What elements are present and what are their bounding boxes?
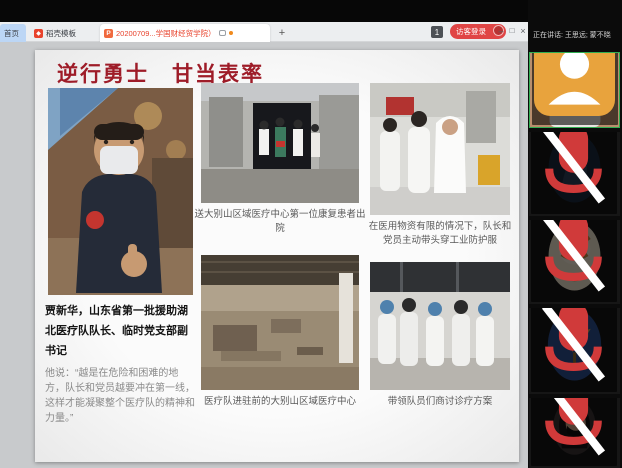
- presentation-slide: 逆行勇士 甘当表率: [35, 50, 519, 462]
- photo-protective-suit: [370, 83, 510, 215]
- photo-team-discussion: [370, 262, 510, 390]
- document-tab-bar: 首页 ◆ 稻壳模板 P 20200709...学国财经贸学院） +: [0, 22, 528, 42]
- person-quote-text: 他说：“越是在危险和困难的地方，队长和党员越要冲在第一线，这样才能凝聚整个医疗队…: [45, 366, 197, 426]
- participant-name-strip: 郭涛: [531, 132, 617, 214]
- office-app-window: 首页 ◆ 稻壳模板 P 20200709...学国财经贸学院） + 1 访客登录…: [0, 0, 528, 468]
- meeting-participants-panel: 正在讲话: 王思远; 蒙不晓 王思远: [528, 0, 622, 468]
- tab-presentation-document[interactable]: P 20200709...学国财经贸学院）: [100, 24, 270, 42]
- participant-name-strip: 第五陈舒晴2017061730...: [531, 398, 617, 466]
- participant-video-tile[interactable]: 赵媛: [529, 308, 620, 394]
- notification-dot-icon: [229, 31, 233, 35]
- photo-empty-hall: [201, 255, 359, 390]
- mic-on-icon: [617, 52, 620, 124]
- participant-video-tile[interactable]: 郭涛: [529, 132, 620, 216]
- caption-empty-hall: 医疗队进驻前的大别山区域医疗中心: [187, 395, 373, 409]
- photo-team-leader: [48, 88, 193, 295]
- tab-home-label: 首页: [4, 28, 19, 39]
- person-intro-text: 贾新华，山东省第一批援助湖北医疗队队长、临时党支部副书记: [45, 302, 197, 361]
- photo-patient-discharge: [201, 83, 359, 203]
- mic-muted-icon: [533, 220, 614, 301]
- minimize-button[interactable]: –: [496, 24, 506, 38]
- participant-name-strip: 赵媛: [531, 308, 617, 392]
- participant-video-tile[interactable]: 王思远: [529, 52, 620, 128]
- new-tab-plus: +: [279, 27, 285, 39]
- participant-name-strip: 张娅: [531, 220, 617, 302]
- tab-document-label: 20200709...学国财经贸学院）: [116, 28, 216, 39]
- tab-docer-templates[interactable]: ◆ 稻壳模板: [30, 24, 96, 42]
- tab-docer-label: 稻壳模板: [46, 28, 76, 39]
- document-canvas: 逆行勇士 甘当表率: [0, 42, 528, 468]
- mic-muted-icon: [533, 398, 614, 465]
- member-count-badge[interactable]: 1: [431, 26, 443, 38]
- caption-team-discussion: 带领队员们商讨诊疗方案: [365, 395, 515, 409]
- participant-video-tile[interactable]: 第五陈舒晴2017061730...: [529, 398, 620, 468]
- host-badge-icon: [534, 52, 615, 116]
- presentation-file-icon: P: [104, 29, 113, 38]
- caption-protective-suit: 在医用物资有限的情况下，队长和党员主动带头穿工业防护服: [365, 220, 515, 249]
- now-speaking-label: 正在讲话: 王思远; 蒙不晓: [533, 30, 621, 40]
- comment-bubble-icon[interactable]: [219, 30, 226, 36]
- window-top-strip: [0, 0, 528, 22]
- tab-home[interactable]: 首页: [0, 24, 26, 42]
- participant-name-strip: 王思远: [532, 52, 618, 125]
- guest-login-label: 访客登录: [456, 26, 486, 37]
- docer-flame-icon: ◆: [34, 29, 43, 38]
- close-button[interactable]: ×: [518, 24, 528, 38]
- caption-patient-discharge: 送大别山区域医疗中心第一位康复患者出院: [193, 208, 367, 237]
- mic-muted-icon: [533, 308, 614, 391]
- new-tab-button[interactable]: +: [274, 24, 290, 42]
- participant-video-tile[interactable]: 张娅: [529, 220, 620, 304]
- restore-button[interactable]: □: [507, 24, 517, 38]
- mic-muted-icon: [533, 132, 614, 213]
